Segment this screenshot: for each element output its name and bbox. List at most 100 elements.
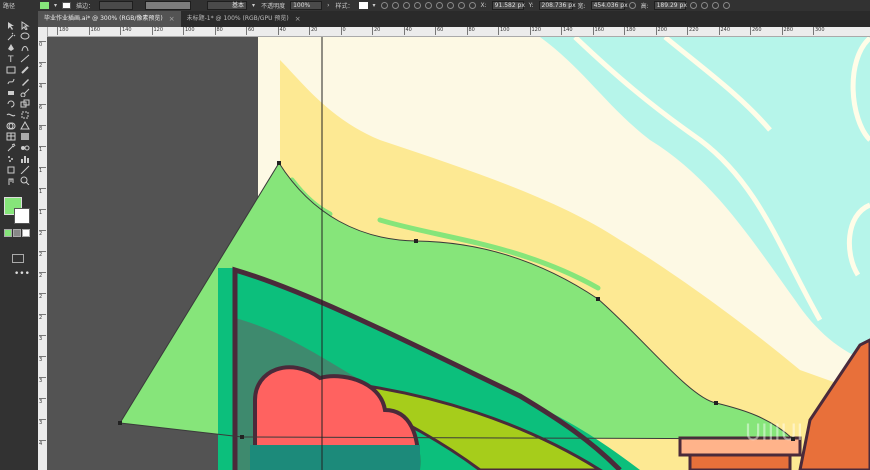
ruler-tick-label: 3	[39, 356, 46, 363]
curvature-tool-icon[interactable]	[20, 43, 30, 52]
color-mode-icon[interactable]	[4, 229, 12, 237]
anchor-point[interactable]	[118, 421, 122, 425]
slice-tool-icon[interactable]	[20, 165, 30, 175]
close-icon[interactable]: ×	[295, 11, 301, 27]
brush-dropdown-icon[interactable]: ▾	[249, 2, 258, 9]
align-icon[interactable]	[391, 2, 399, 9]
pencil-icon[interactable]	[20, 77, 30, 86]
screen-mode-icon[interactable]	[12, 254, 24, 263]
height-field[interactable]: 189.29 px	[653, 1, 687, 10]
eraser-icon[interactable]	[6, 88, 16, 97]
style-dropdown-icon[interactable]: ▾	[370, 2, 379, 9]
artboard-tool-icon[interactable]	[6, 165, 16, 174]
symbol-sprayer-icon[interactable]	[6, 154, 16, 163]
anchor-point[interactable]	[714, 401, 718, 405]
ruler-tick-label: 3	[39, 377, 46, 384]
stroke-color-swatch[interactable]	[14, 208, 30, 224]
fill-swatch[interactable]	[40, 2, 50, 9]
scissors-icon[interactable]	[20, 88, 30, 97]
anchor-point[interactable]	[596, 297, 600, 301]
anchor-point[interactable]	[240, 435, 244, 439]
direct-selection-tool-icon[interactable]	[20, 21, 30, 30]
constrain-link-icon[interactable]	[628, 2, 636, 9]
shape-builder-icon[interactable]	[6, 121, 16, 130]
flip-icon[interactable]	[700, 2, 708, 9]
rotate-tool-icon[interactable]	[6, 99, 16, 108]
width-field[interactable]: 454.036 px	[590, 1, 628, 10]
ruler-tick-label: 80	[466, 27, 475, 35]
ruler-tick-label: 240	[718, 27, 731, 35]
transform-options-icon[interactable]	[689, 2, 697, 9]
align-left-icon[interactable]	[435, 2, 443, 9]
eyedropper-icon[interactable]	[6, 143, 16, 152]
gradient-tool-icon[interactable]	[20, 132, 30, 141]
opacity-label[interactable]: 不透明度	[258, 1, 288, 10]
y-field[interactable]: 208.736 px	[538, 1, 576, 10]
h-label: 高:	[640, 3, 649, 10]
opacity-dropdown-icon[interactable]: ›	[324, 2, 332, 9]
cloud-blue-band	[250, 445, 420, 470]
align-right-icon[interactable]	[457, 2, 465, 9]
stroke-weight-field[interactable]	[99, 1, 134, 10]
panel-menu-icon[interactable]	[722, 2, 730, 9]
tab-document-1[interactable]: 毕业作业插画.ai* @ 300% (RGB/像素预览) ×	[38, 11, 181, 27]
ruler-tick-label: 1	[39, 146, 46, 153]
anchor-point[interactable]	[414, 239, 418, 243]
mesh-tool-icon[interactable]	[6, 132, 16, 141]
gradient-mode-icon[interactable]	[13, 229, 21, 237]
lasso-icon[interactable]	[20, 32, 30, 41]
shaper-tool-icon[interactable]	[6, 77, 16, 86]
ruler-tick-label: 60	[246, 27, 255, 35]
opacity-field[interactable]: 100%	[290, 1, 323, 10]
type-tool-icon[interactable]: T	[6, 54, 16, 63]
ruler-tick-label: 2	[39, 272, 46, 279]
pen-tool-icon[interactable]	[6, 43, 16, 52]
ruler-tick-label: 160	[592, 27, 605, 35]
watermark: UIIIUI	[745, 421, 803, 446]
style-label: 样式：	[335, 3, 354, 10]
variable-width-profile[interactable]	[145, 1, 192, 10]
reference-point-icon[interactable]	[468, 2, 476, 9]
magic-wand-icon[interactable]	[6, 32, 16, 41]
brush-definition[interactable]: 基本	[207, 1, 248, 10]
fill-dropdown-icon[interactable]: ▾	[51, 2, 60, 9]
zoom-tool-icon[interactable]	[20, 176, 30, 186]
canvas[interactable]: UIIIUI	[47, 37, 870, 470]
object-type-label: 路径	[3, 3, 16, 10]
close-icon[interactable]: ×	[169, 11, 175, 27]
align-center-icon[interactable]	[446, 2, 454, 9]
column-graph-icon[interactable]	[20, 154, 30, 164]
perspective-grid-icon[interactable]	[20, 120, 30, 130]
stroke-swatch[interactable]	[62, 2, 72, 9]
paintbrush-icon[interactable]	[20, 65, 30, 75]
artwork[interactable]: UIIIUI	[47, 37, 870, 470]
arrange-icon[interactable]	[711, 2, 719, 9]
ruler-tick-label: 1	[39, 188, 46, 195]
more-tools-icon[interactable]: •••	[14, 269, 30, 279]
ruler-tick-label: 6	[39, 104, 46, 111]
ruler-tick-label: 280	[781, 27, 794, 35]
selection-tool-icon[interactable]	[6, 21, 16, 30]
ruler-tick-label: 3	[39, 398, 46, 405]
scale-tool-icon[interactable]	[20, 99, 30, 108]
width-tool-icon[interactable]	[6, 110, 16, 119]
horizontal-ruler[interactable]: 180 160 140 120 100 80 60 40 20 0 20 40 60 80 100 120 14…	[47, 27, 870, 37]
none-mode-icon[interactable]	[22, 229, 30, 237]
line-tool-icon[interactable]	[20, 54, 30, 63]
svg-text:T: T	[7, 55, 14, 63]
isolate-icon[interactable]	[402, 2, 410, 9]
free-transform-icon[interactable]	[20, 110, 30, 119]
x-field[interactable]: 91.582 px	[491, 1, 525, 10]
ruler-tick-label: 120	[529, 27, 542, 35]
graphic-style-swatch[interactable]	[358, 2, 368, 9]
hand-tool-icon[interactable]	[6, 176, 16, 186]
recolor-artwork-icon[interactable]	[380, 2, 388, 9]
draw-mode-icon[interactable]	[4, 241, 28, 248]
blend-tool-icon[interactable]	[20, 143, 30, 152]
tab-document-2[interactable]: 未标题-1* @ 100% (RGB/GPU 预览) ×	[181, 11, 307, 27]
anchor-convert-icon[interactable]	[424, 2, 432, 9]
anchor-point[interactable]	[277, 161, 281, 165]
anchor-point[interactable]	[791, 437, 795, 441]
transform-icon[interactable]	[413, 2, 421, 9]
rectangle-tool-icon[interactable]	[6, 65, 16, 74]
